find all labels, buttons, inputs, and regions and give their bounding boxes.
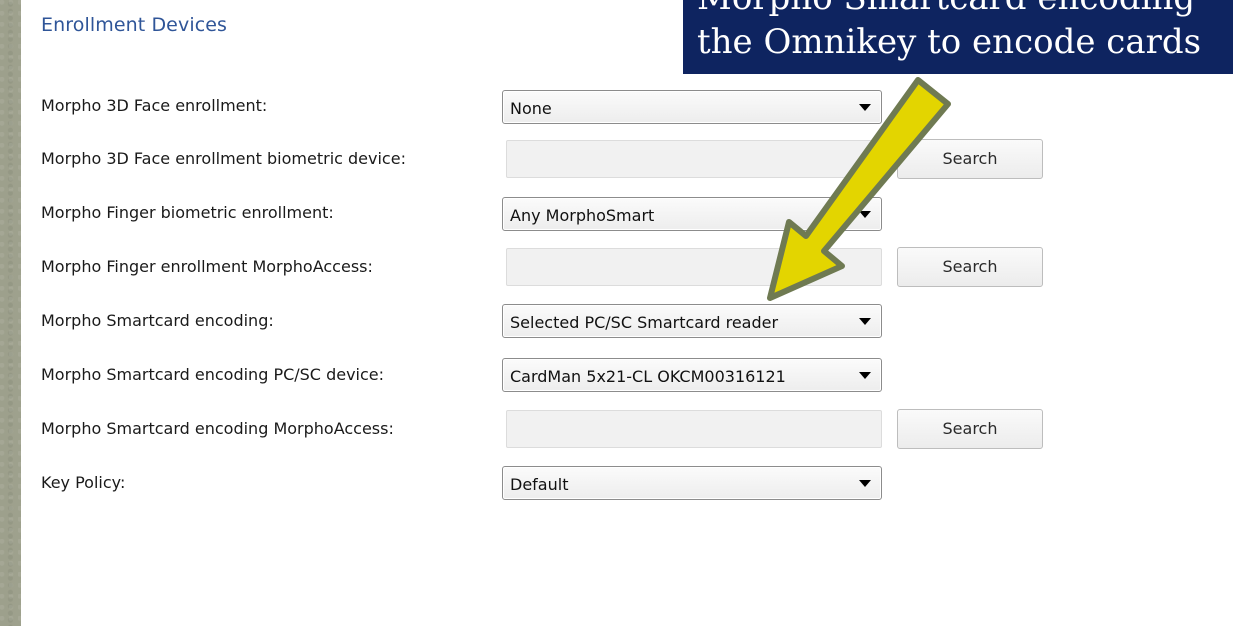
search-button-3d-face-device[interactable]: Search [897,139,1043,179]
field-morpho-finger-morphoaccess[interactable] [506,248,882,286]
select-value: Default [510,475,569,494]
label-morpho-finger-biometric-enrollment: Morpho Finger biometric enrollment: [41,203,334,222]
select-value: Selected PC/SC Smartcard reader [510,313,779,332]
select-value: None [510,99,552,118]
label-morpho-smartcard-pcsc-device: Morpho Smartcard encoding PC/SC device: [41,365,385,384]
callout-text-line-2: the Omnikey to encode cards [697,22,1202,62]
chevron-down-icon[interactable] [859,104,871,111]
annotation-callout: Morpho Smartcard encoding the Omnikey to… [683,0,1233,74]
label-morpho-3d-face-enrollment: Morpho 3D Face enrollment: [41,96,268,115]
select-key-policy[interactable]: Default [502,466,882,500]
label-key-policy: Key Policy: [41,473,126,492]
label-morpho-smartcard-encoding: Morpho Smartcard encoding: [41,311,274,330]
field-morpho-smartcard-morphoaccess[interactable] [506,410,882,448]
field-morpho-3d-face-biometric-device[interactable] [506,140,882,178]
panel-title: Enrollment Devices [41,14,228,36]
chevron-down-icon[interactable] [859,372,871,379]
select-morpho-3d-face-enrollment[interactable]: None [502,90,882,124]
label-morpho-finger-morphoaccess: Morpho Finger enrollment MorphoAccess: [41,257,373,276]
select-value: Any MorphoSmart [510,206,655,225]
search-button-smartcard-morphoaccess[interactable]: Search [897,409,1043,449]
select-morpho-smartcard-encoding[interactable]: Selected PC/SC Smartcard reader [502,304,882,338]
enrollment-devices-panel: Enrollment Devices Morpho 3D Face enroll… [21,0,1233,626]
label-morpho-smartcard-morphoaccess: Morpho Smartcard encoding MorphoAccess: [41,419,394,438]
label-morpho-3d-face-biometric-device: Morpho 3D Face enrollment biometric devi… [41,149,406,168]
search-button-finger-morphoaccess[interactable]: Search [897,247,1043,287]
select-morpho-smartcard-pcsc-device[interactable]: CardMan 5x21-CL OKCM00316121 [502,358,882,392]
select-morpho-finger-biometric-enrollment[interactable]: Any MorphoSmart [502,197,882,231]
chevron-down-icon[interactable] [859,211,871,218]
select-value: CardMan 5x21-CL OKCM00316121 [510,367,786,386]
chevron-down-icon[interactable] [859,318,871,325]
chevron-down-icon[interactable] [859,480,871,487]
callout-text-line-1: Morpho Smartcard encoding [697,0,1233,18]
